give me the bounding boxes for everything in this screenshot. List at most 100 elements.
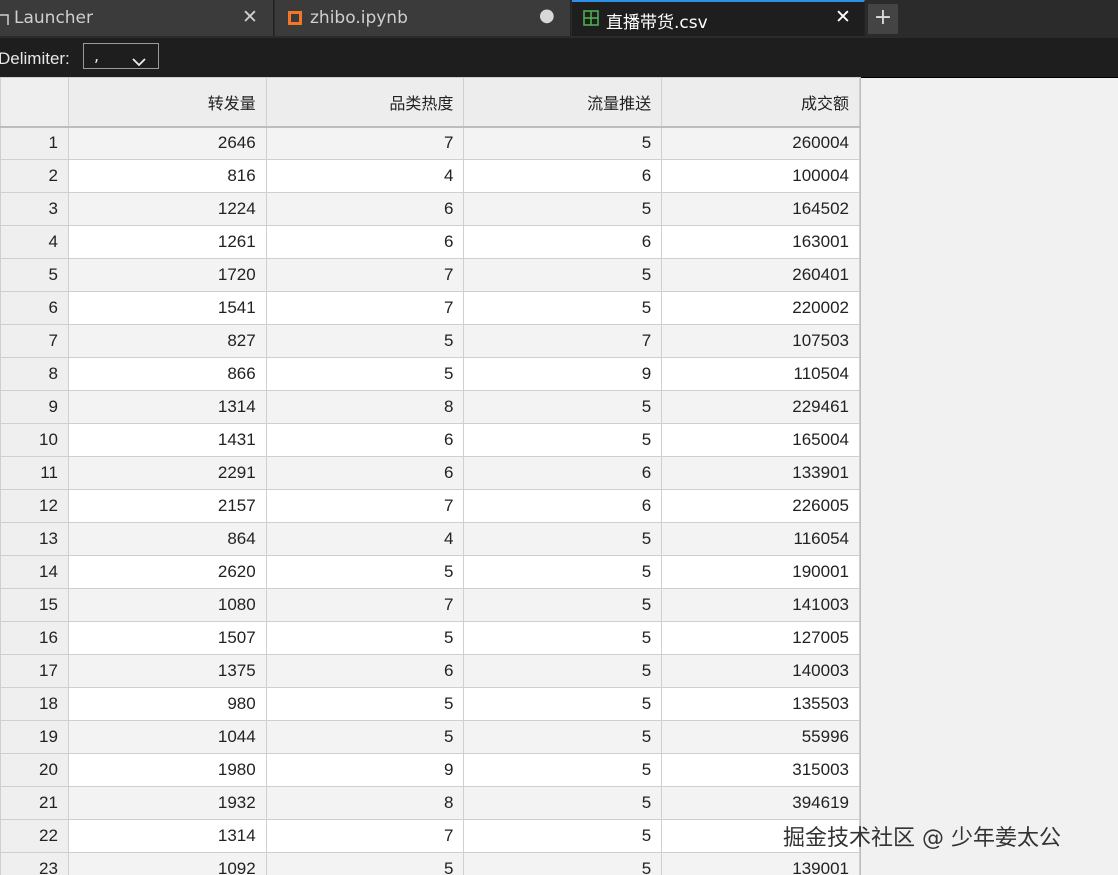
table-cell[interactable]: 164502	[661, 192, 860, 226]
table-cell[interactable]: 4	[265, 522, 465, 556]
close-icon[interactable]: ✕	[835, 6, 851, 28]
table-cell[interactable]: 2157	[67, 489, 267, 523]
column-header[interactable]: 流量推送	[463, 77, 663, 128]
new-tab-button[interactable]: +	[868, 4, 898, 34]
table-cell[interactable]: 5	[463, 621, 663, 655]
table-cell[interactable]: 55996	[661, 720, 860, 754]
table-cell[interactable]: 5	[463, 192, 663, 226]
table-cell[interactable]: 139001	[661, 852, 860, 875]
table-cell[interactable]: 5	[265, 852, 465, 875]
column-header[interactable]: 成交额	[661, 77, 860, 128]
table-cell[interactable]: 226005	[661, 489, 860, 523]
table-cell[interactable]: 5	[463, 852, 663, 875]
table-cell[interactable]: 190001	[661, 555, 860, 589]
table-cell[interactable]: 6	[265, 423, 465, 457]
table-cell[interactable]: 107503	[661, 324, 860, 358]
table-cell[interactable]: 260401	[661, 258, 860, 292]
table-cell[interactable]: 127005	[661, 621, 860, 655]
table-cell[interactable]: 6	[265, 456, 465, 490]
table-cell[interactable]: 7	[265, 291, 465, 325]
table-cell[interactable]: 2620	[67, 555, 267, 589]
table-cell[interactable]: 9	[463, 357, 663, 391]
tab-notebook[interactable]: zhibo.ipynb ●	[275, 0, 571, 36]
table-cell[interactable]: 1314	[67, 390, 267, 424]
table-cell[interactable]: 827	[67, 324, 267, 358]
csv-grid[interactable]: 转发量 品类热度 流量推送 成交额 1 2646 7 5 260004 2 816 4 6 100…	[0, 77, 861, 875]
table-cell[interactable]: 5	[463, 291, 663, 325]
table-cell[interactable]: 7	[265, 489, 465, 523]
table-cell[interactable]: 5	[463, 555, 663, 589]
table-cell[interactable]: 8	[265, 390, 465, 424]
table-cell[interactable]: 315003	[661, 753, 860, 787]
table-cell[interactable]: 1080	[67, 588, 267, 622]
table-cell[interactable]: 5	[463, 126, 663, 160]
table-cell[interactable]: 5	[265, 621, 465, 655]
table-cell[interactable]: 866	[67, 357, 267, 391]
table-cell[interactable]: 5	[463, 258, 663, 292]
table-cell[interactable]: 1044	[67, 720, 267, 754]
table-cell[interactable]: 2291	[67, 456, 267, 490]
table-cell[interactable]: 7	[265, 588, 465, 622]
table-cell[interactable]: 163001	[661, 225, 860, 259]
table-cell[interactable]: 110504	[661, 357, 860, 391]
table-cell[interactable]: 980	[67, 687, 267, 721]
table-cell[interactable]: 1431	[67, 423, 267, 457]
table-cell[interactable]: 1720	[67, 258, 267, 292]
table-cell[interactable]: 6	[265, 654, 465, 688]
table-cell[interactable]: 5	[463, 687, 663, 721]
table-cell[interactable]: 6	[265, 192, 465, 226]
tab-launcher[interactable]: Launcher ✕	[0, 0, 274, 36]
delimiter-select[interactable]: ,	[83, 43, 159, 69]
table-cell[interactable]: 6	[265, 225, 465, 259]
table-cell[interactable]: 165004	[661, 423, 860, 457]
table-cell[interactable]: 5	[463, 588, 663, 622]
table-cell[interactable]: 5	[463, 786, 663, 820]
close-icon[interactable]: ✕	[242, 6, 258, 28]
table-cell[interactable]: 141003	[661, 588, 860, 622]
column-header[interactable]: 品类热度	[265, 77, 465, 128]
table-cell[interactable]: 100004	[661, 159, 860, 193]
table-cell[interactable]: 8	[265, 786, 465, 820]
table-cell[interactable]: 816	[67, 159, 267, 193]
tab-csv[interactable]: 直播带货.csv ✕	[572, 0, 865, 36]
table-cell[interactable]: 1314	[67, 819, 267, 853]
table-cell[interactable]: 116054	[661, 522, 860, 556]
table-cell[interactable]: 7	[463, 324, 663, 358]
unsaved-dot-icon[interactable]: ●	[539, 5, 555, 26]
table-cell[interactable]: 5	[463, 753, 663, 787]
table-cell[interactable]: 1507	[67, 621, 267, 655]
table-cell[interactable]: 1980	[67, 753, 267, 787]
table-cell[interactable]: 1375	[67, 654, 267, 688]
table-cell[interactable]: 864	[67, 522, 267, 556]
table-cell[interactable]: 6	[463, 225, 663, 259]
table-cell[interactable]: 135503	[661, 687, 860, 721]
table-cell[interactable]: 5	[265, 324, 465, 358]
table-cell[interactable]: 5	[265, 687, 465, 721]
table-cell[interactable]: 6	[463, 456, 663, 490]
table-cell[interactable]: 1224	[67, 192, 267, 226]
table-cell[interactable]: 7	[265, 126, 465, 160]
table-cell[interactable]: 5	[463, 390, 663, 424]
table-cell[interactable]: 2646	[67, 126, 267, 160]
table-cell[interactable]: 5	[265, 357, 465, 391]
table-cell[interactable]: 1932	[67, 786, 267, 820]
table-cell[interactable]: 140003	[661, 654, 860, 688]
table-cell[interactable]: 5	[265, 555, 465, 589]
column-header[interactable]: 转发量	[67, 77, 267, 128]
table-cell[interactable]: 7	[265, 819, 465, 853]
table-cell[interactable]: 9	[265, 753, 465, 787]
table-cell[interactable]: 6	[463, 489, 663, 523]
table-cell[interactable]: 1261	[67, 225, 267, 259]
table-cell[interactable]: 229461	[661, 390, 860, 424]
table-cell[interactable]: 133901	[661, 456, 860, 490]
table-cell[interactable]: 220002	[661, 291, 860, 325]
table-cell[interactable]: 260004	[661, 126, 860, 160]
table-cell[interactable]: 394619	[661, 786, 860, 820]
table-cell[interactable]: 5	[463, 819, 663, 853]
table-cell[interactable]: 4	[265, 159, 465, 193]
table-cell[interactable]: 5	[265, 720, 465, 754]
table-cell[interactable]: 1541	[67, 291, 267, 325]
table-cell[interactable]: 1092	[67, 852, 267, 875]
table-cell[interactable]: 6	[463, 159, 663, 193]
table-cell[interactable]: 5	[463, 522, 663, 556]
